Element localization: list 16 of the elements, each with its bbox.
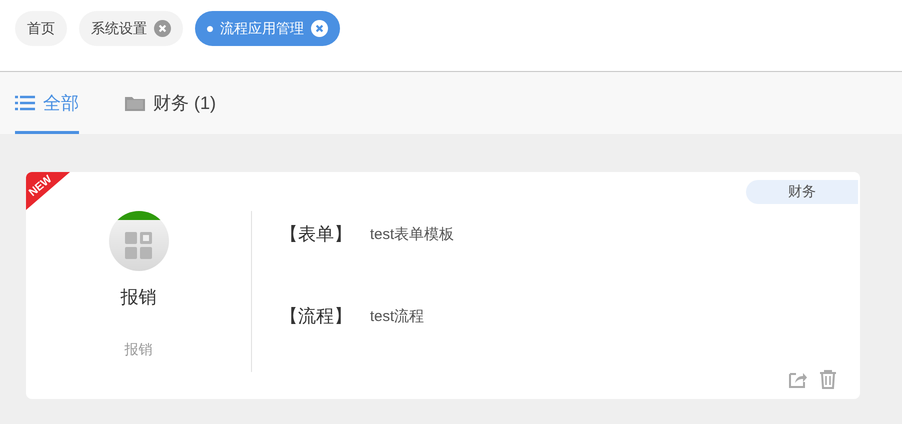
- category-tab[interactable]: 财务 (1): [125, 72, 216, 134]
- app-name: 报销: [120, 286, 156, 309]
- trash-icon[interactable]: [818, 369, 838, 389]
- close-icon[interactable]: [154, 20, 171, 37]
- app-subtitle: 报销: [124, 341, 152, 359]
- row-value: test表单模板: [370, 224, 454, 244]
- row-value: test流程: [370, 306, 424, 326]
- list-icon: [15, 95, 35, 111]
- page-tab[interactable]: 首页: [15, 11, 67, 46]
- page-tab[interactable]: 系统设置: [79, 11, 183, 46]
- active-dot-icon: [207, 26, 213, 32]
- close-icon[interactable]: [311, 20, 328, 37]
- row-label: 【流程】: [280, 305, 352, 328]
- folder-icon: [125, 95, 145, 111]
- row-label: 【表单】: [280, 223, 352, 246]
- category-label: 财务: [746, 180, 858, 204]
